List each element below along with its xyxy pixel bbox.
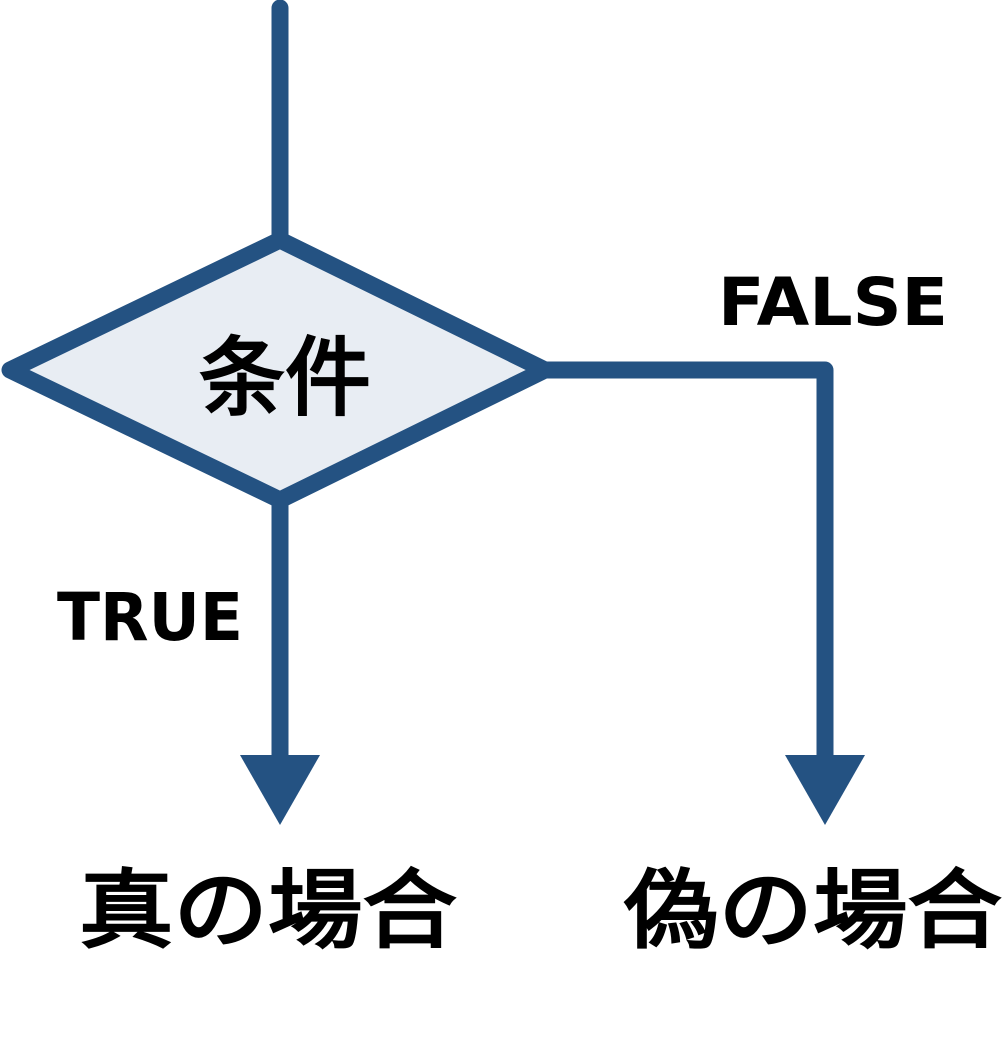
false-branch-label: FALSE [718,264,948,341]
decision-label: 条件 [199,328,371,428]
true-arrowhead-icon [240,755,320,825]
if-else-flowchart: 条件 FALSE TRUE 真の場合 偽の場合 [1,0,1002,961]
false-outcome-label: 偽の場合 [623,861,1002,961]
false-arrowhead-icon [785,755,865,825]
true-branch-label: TRUE [57,579,243,656]
true-outcome-label: 真の場合 [79,861,457,961]
false-branch-connector [536,361,834,774]
